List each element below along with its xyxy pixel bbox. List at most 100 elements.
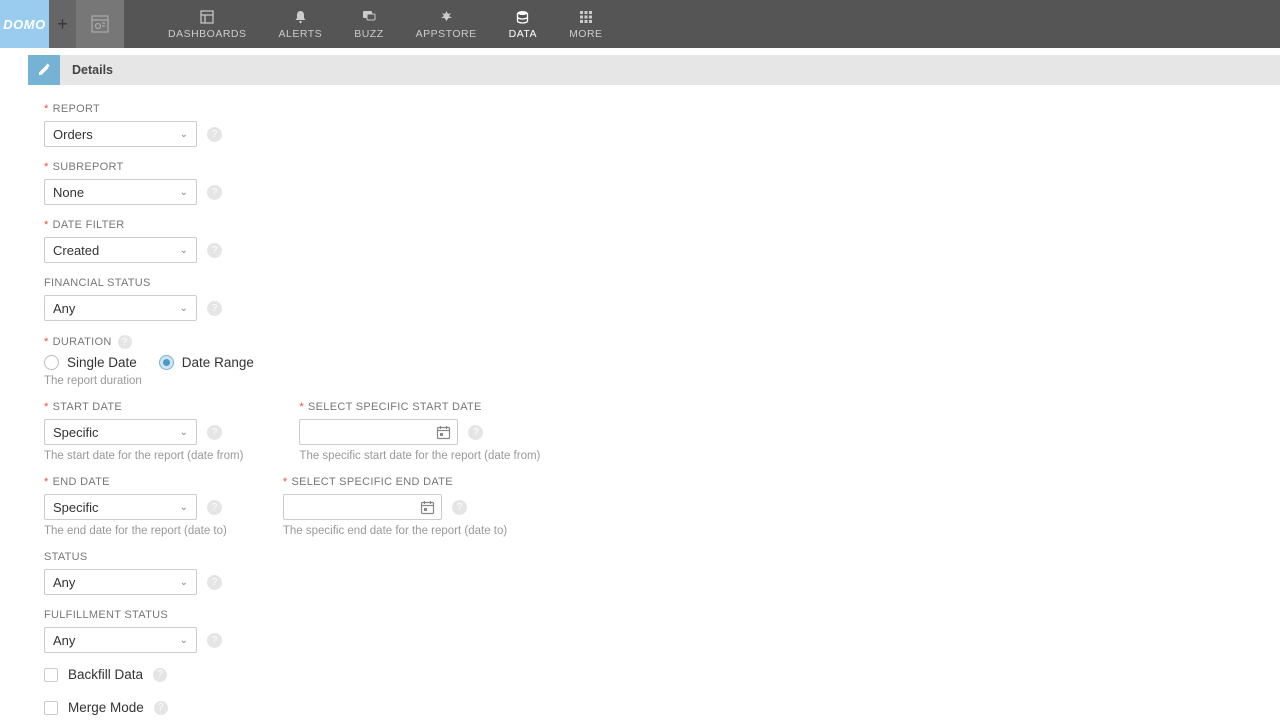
date-filter-select[interactable]: Created ⌄ <box>44 237 197 263</box>
nav-label: DASHBOARDS <box>168 28 247 40</box>
radio-single-date[interactable]: Single Date <box>44 355 137 370</box>
help-icon[interactable]: ? <box>207 633 222 648</box>
financial-status-select[interactable]: Any ⌄ <box>44 295 197 321</box>
content-panel: Details *REPORT Orders ⌄ ? *SUBREPORT <box>28 55 1280 720</box>
help-icon[interactable]: ? <box>207 500 222 515</box>
nav-data[interactable]: DATA <box>493 0 553 48</box>
field-label: *SELECT SPECIFIC END DATE <box>283 476 507 488</box>
specific-start-date-input[interactable] <box>299 419 458 445</box>
pencil-icon <box>37 63 51 77</box>
field-label: FULFILLMENT STATUS <box>44 609 1264 621</box>
nav-alerts[interactable]: ALERTS <box>263 0 339 48</box>
select-value: None <box>53 185 84 200</box>
field-label: *SUBREPORT <box>44 161 1264 173</box>
help-icon[interactable]: ? <box>207 243 222 258</box>
nav-buzz[interactable]: BUZZ <box>338 0 399 48</box>
field-label: *SELECT SPECIFIC START DATE <box>299 401 540 413</box>
buzz-icon <box>362 9 376 25</box>
radio-date-range[interactable]: Date Range <box>159 355 254 370</box>
nav-label: APPSTORE <box>416 28 477 40</box>
field-label: *START DATE <box>44 401 243 413</box>
field-label: *DATE FILTER <box>44 219 1264 231</box>
help-icon[interactable]: ? <box>452 500 467 515</box>
radio-icon <box>44 355 59 370</box>
data-icon <box>516 9 529 25</box>
field-date-filter: *DATE FILTER Created ⌄ ? <box>44 219 1264 263</box>
field-financial-status: FINANCIAL STATUS Any ⌄ ? <box>44 277 1264 321</box>
help-icon[interactable]: ? <box>207 425 222 440</box>
field-hint: The start date for the report (date from… <box>44 450 243 462</box>
field-hint: The specific end date for the report (da… <box>283 525 507 537</box>
app-tab[interactable] <box>76 0 124 48</box>
checkbox-label: Merge Mode <box>68 700 144 715</box>
chevron-down-icon: ⌄ <box>180 577 188 588</box>
calendar-icon <box>436 425 451 440</box>
help-icon[interactable]: ? <box>207 185 222 200</box>
chevron-down-icon: ⌄ <box>180 303 188 314</box>
checkbox-icon <box>44 668 58 682</box>
field-status: STATUS Any ⌄ ? <box>44 551 1264 595</box>
field-hint: The report duration <box>44 375 1264 387</box>
radio-label: Date Range <box>182 355 254 370</box>
brand-text: DOMO <box>3 17 45 32</box>
field-label: FINANCIAL STATUS <box>44 277 1264 289</box>
field-report: *REPORT Orders ⌄ ? <box>44 103 1264 147</box>
select-value: Any <box>53 633 75 648</box>
more-icon <box>580 9 592 25</box>
field-specific-start-date: *SELECT SPECIFIC START DATE ? The specif… <box>299 401 540 462</box>
radio-label: Single Date <box>67 355 137 370</box>
plus-icon: + <box>57 14 68 35</box>
field-label: *END DATE <box>44 476 227 488</box>
status-select[interactable]: Any ⌄ <box>44 569 197 595</box>
field-specific-end-date: *SELECT SPECIFIC END DATE ? The specific… <box>283 476 507 537</box>
checkbox-merge[interactable]: Merge Mode ? <box>44 700 1264 715</box>
nav-appstore[interactable]: APPSTORE <box>400 0 493 48</box>
field-start-date: *START DATE Specific ⌄ ? The start date … <box>44 401 243 462</box>
field-label: *DURATION ? <box>44 335 1264 349</box>
help-icon[interactable]: ? <box>154 701 168 715</box>
field-label: *REPORT <box>44 103 1264 115</box>
fulfillment-status-select[interactable]: Any ⌄ <box>44 627 197 653</box>
app-tab-icon <box>91 15 109 33</box>
select-value: Created <box>53 243 99 258</box>
nav-dashboards[interactable]: DASHBOARDS <box>152 0 263 48</box>
chevron-down-icon: ⌄ <box>180 502 188 513</box>
chevron-down-icon: ⌄ <box>180 635 188 646</box>
field-subreport: *SUBREPORT None ⌄ ? <box>44 161 1264 205</box>
help-icon[interactable]: ? <box>207 301 222 316</box>
start-date-select[interactable]: Specific ⌄ <box>44 419 197 445</box>
chevron-down-icon: ⌄ <box>180 187 188 198</box>
field-end-date: *END DATE Specific ⌄ ? The end date for … <box>44 476 227 537</box>
select-value: Orders <box>53 127 93 142</box>
alerts-icon <box>294 9 307 25</box>
checkbox-label: Backfill Data <box>68 667 143 682</box>
field-duration: *DURATION ? Single Date Date Range The r… <box>44 335 1264 387</box>
add-button[interactable]: + <box>49 0 76 48</box>
subreport-select[interactable]: None ⌄ <box>44 179 197 205</box>
details-header: Details <box>28 55 1280 85</box>
nav-more[interactable]: MORE <box>553 0 619 48</box>
checkbox-backfill[interactable]: Backfill Data ? <box>44 667 1264 682</box>
radio-icon <box>159 355 174 370</box>
help-icon[interactable]: ? <box>207 127 222 142</box>
chevron-down-icon: ⌄ <box>180 427 188 438</box>
select-value: Specific <box>53 425 99 440</box>
nav-label: MORE <box>569 28 603 40</box>
primary-nav: DASHBOARDS ALERTS BUZZ APPSTORE DATA <box>152 0 619 48</box>
appstore-icon <box>439 9 454 25</box>
details-tab[interactable] <box>28 55 60 85</box>
help-icon[interactable]: ? <box>118 335 132 349</box>
end-date-select[interactable]: Specific ⌄ <box>44 494 197 520</box>
details-form: *REPORT Orders ⌄ ? *SUBREPORT None ⌄ ? <box>28 85 1280 720</box>
nav-label: DATA <box>509 28 537 40</box>
help-icon[interactable]: ? <box>468 425 483 440</box>
help-icon[interactable]: ? <box>153 668 167 682</box>
chevron-down-icon: ⌄ <box>180 245 188 256</box>
specific-end-date-input[interactable] <box>283 494 442 520</box>
details-title: Details <box>60 55 125 85</box>
help-icon[interactable]: ? <box>207 575 222 590</box>
field-label: STATUS <box>44 551 1264 563</box>
brand-logo[interactable]: DOMO <box>0 0 49 48</box>
report-select[interactable]: Orders ⌄ <box>44 121 197 147</box>
select-value: Any <box>53 575 75 590</box>
